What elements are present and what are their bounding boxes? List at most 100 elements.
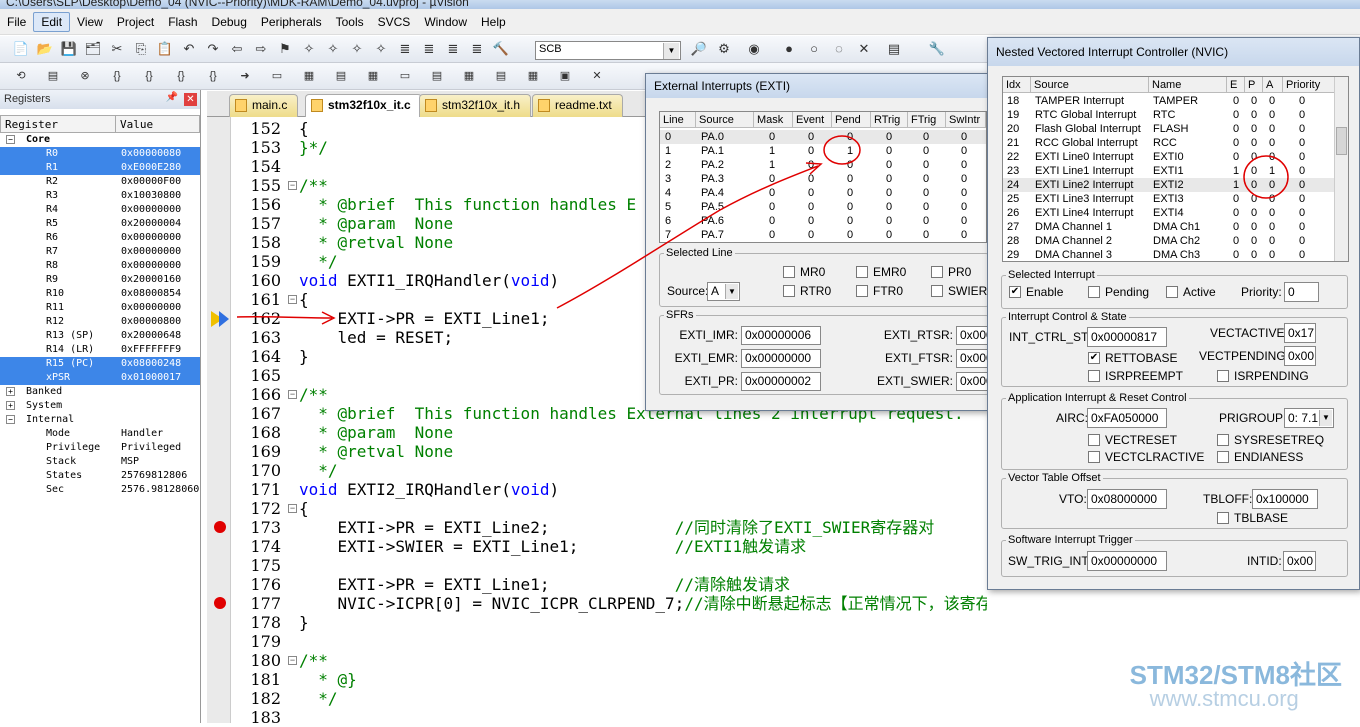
menu-edit[interactable]: Edit bbox=[33, 11, 71, 32]
tab-main-c[interactable]: main.c bbox=[229, 94, 299, 117]
expand-toggle-icon[interactable]: + bbox=[6, 387, 15, 396]
menu-peripherals[interactable]: Peripherals bbox=[254, 13, 329, 31]
breakpoint-icon[interactable] bbox=[214, 521, 226, 533]
vectclractive-checkbox[interactable] bbox=[1088, 451, 1100, 463]
register-group-internal[interactable]: − Internal bbox=[0, 413, 200, 427]
vto-field[interactable]: 0x08000000 bbox=[1087, 489, 1167, 509]
expand-toggle-icon[interactable]: − bbox=[6, 415, 15, 424]
exti-reg-field[interactable]: 0x00000006 bbox=[741, 326, 821, 345]
toolbar-icon[interactable]: ✧ bbox=[300, 40, 318, 58]
nvic-row[interactable]: 24 EXTI Line2 Interrupt EXTI2 1 0 0 0 bbox=[1003, 178, 1336, 192]
menu-view[interactable]: View bbox=[70, 13, 110, 31]
toolbar-icon[interactable]: ≣ bbox=[396, 40, 414, 58]
toolbar-icon[interactable]: 💾 bbox=[60, 40, 78, 58]
exti-row[interactable]: 0 PA.0 0 0 0 0 0 0 bbox=[660, 130, 986, 144]
register-row[interactable]: R2 0x00000F00 bbox=[0, 175, 200, 189]
toolbar-icon[interactable]: ▭ bbox=[268, 67, 286, 85]
mr0-checkbox[interactable] bbox=[783, 266, 795, 278]
toolbar-icon[interactable]: ✕ bbox=[588, 67, 606, 85]
toolbar-icon[interactable]: ≣ bbox=[420, 40, 438, 58]
fold-toggle-icon[interactable]: − bbox=[288, 656, 297, 665]
register-row[interactable]: R3 0x10030800 bbox=[0, 189, 200, 203]
swtrig-field[interactable]: 0x00000000 bbox=[1087, 551, 1167, 571]
exti-row[interactable]: 5 PA.5 0 0 0 0 0 0 bbox=[660, 200, 986, 214]
toolbar-icon[interactable]: 🗂 bbox=[84, 40, 102, 58]
exti-grid[interactable]: Line Source Mask Event Pend RTrig FTrig SwIntr 0… bbox=[659, 111, 987, 243]
intid-field[interactable]: 0x00 bbox=[1283, 551, 1316, 571]
toolbar-icon[interactable]: ▤ bbox=[492, 67, 510, 85]
toolbar-icon[interactable]: ⎘ bbox=[132, 40, 150, 58]
toolbar-icon[interactable]: ▦ bbox=[300, 67, 318, 85]
toolbar-icon[interactable]: ✂ bbox=[108, 40, 126, 58]
nvic-row[interactable]: 21 RCC Global Interrupt RCC 0 0 0 0 bbox=[1003, 136, 1336, 150]
menu-flash[interactable]: Flash bbox=[161, 13, 204, 31]
toolbar-icon[interactable]: ⇦ bbox=[228, 40, 246, 58]
toolbar-icon[interactable]: ✕ bbox=[855, 40, 873, 58]
airc-field[interactable]: 0xFA050000 bbox=[1087, 408, 1167, 428]
prigroup-select[interactable]: 0: 7.1 ▼ bbox=[1284, 408, 1334, 428]
toolbar-icon[interactable]: ● bbox=[780, 40, 798, 58]
toolbar-icon[interactable]: ◌ bbox=[830, 40, 848, 58]
toolbar-icon[interactable]: ≣ bbox=[444, 40, 462, 58]
register-group-system[interactable]: + System bbox=[0, 399, 200, 413]
register-row[interactable]: R15 (PC) 0x08000248 bbox=[0, 357, 200, 371]
internal-row[interactable]: Sec 2576.98128060 bbox=[0, 483, 200, 497]
vectreset-checkbox[interactable] bbox=[1088, 434, 1100, 446]
active-checkbox[interactable] bbox=[1166, 286, 1178, 298]
toolbar-icon[interactable]: 🔨 bbox=[492, 40, 510, 58]
register-row[interactable]: R6 0x00000000 bbox=[0, 231, 200, 245]
ftr0-checkbox[interactable] bbox=[856, 285, 868, 297]
register-row[interactable]: R7 0x00000000 bbox=[0, 245, 200, 259]
toolbar-icon[interactable]: ○ bbox=[805, 40, 823, 58]
nvic-grid[interactable]: Idx Source Name E P A Priority 18 TAMPER Interru… bbox=[1002, 76, 1349, 262]
register-row[interactable]: R4 0x00000000 bbox=[0, 203, 200, 217]
register-group-banked[interactable]: + Banked bbox=[0, 385, 200, 399]
exti-row[interactable]: 3 PA.3 0 0 0 0 0 0 bbox=[660, 172, 986, 186]
exti-row[interactable]: 1 PA.1 1 0 1 0 0 0 bbox=[660, 144, 986, 158]
int-ctrl-st-field[interactable]: 0x00000817 bbox=[1087, 327, 1167, 347]
register-group-core[interactable]: − Core bbox=[0, 133, 200, 147]
endianess-checkbox[interactable] bbox=[1217, 451, 1229, 463]
exti-row[interactable]: 2 PA.2 1 0 0 0 0 0 bbox=[660, 158, 986, 172]
toolbar-icon[interactable]: ⟲ bbox=[12, 67, 30, 85]
nvic-row[interactable]: 29 DMA Channel 3 DMA Ch3 0 0 0 0 bbox=[1003, 248, 1336, 261]
vectpending-field[interactable]: 0x00 bbox=[1284, 346, 1316, 366]
register-row[interactable]: R11 0x00000000 bbox=[0, 301, 200, 315]
toolbar-icon[interactable]: ▤ bbox=[332, 67, 350, 85]
nvic-row[interactable]: 27 DMA Channel 1 DMA Ch1 0 0 0 0 bbox=[1003, 220, 1336, 234]
nvic-row[interactable]: 28 DMA Channel 2 DMA Ch2 0 0 0 0 bbox=[1003, 234, 1336, 248]
menu-file[interactable]: File bbox=[0, 13, 33, 31]
nvic-row[interactable]: 22 EXTI Line0 Interrupt EXTI0 0 0 0 0 bbox=[1003, 150, 1336, 164]
close-icon[interactable]: ✕ bbox=[184, 93, 197, 106]
breakpoint-icon[interactable] bbox=[214, 597, 226, 609]
toolbar-icon[interactable]: ▤ bbox=[44, 67, 62, 85]
register-row[interactable]: R14 (LR) 0xFFFFFFF9 bbox=[0, 343, 200, 357]
tblbase-checkbox[interactable] bbox=[1217, 512, 1229, 524]
exti-row[interactable]: 4 PA.4 0 0 0 0 0 0 bbox=[660, 186, 986, 200]
nvic-row[interactable]: 25 EXTI Line3 Interrupt EXTI3 0 0 0 0 bbox=[1003, 192, 1336, 206]
toolbar-icon[interactable]: ➜ bbox=[236, 67, 254, 85]
target-combo[interactable]: SCB ▼ bbox=[535, 41, 681, 60]
toolbar-icon[interactable]: 🔧 bbox=[928, 40, 946, 58]
toolbar-icon[interactable]: ✧ bbox=[372, 40, 390, 58]
internal-row[interactable]: States 25769812806 bbox=[0, 469, 200, 483]
menu-project[interactable]: Project bbox=[110, 13, 161, 31]
toolbar-icon[interactable]: ◉ bbox=[745, 40, 763, 58]
isrpending-checkbox[interactable] bbox=[1217, 370, 1229, 382]
menu-svcs[interactable]: SVCS bbox=[371, 13, 418, 31]
nvic-scrollbar[interactable] bbox=[1334, 77, 1348, 261]
menu-tools[interactable]: Tools bbox=[329, 13, 371, 31]
nvic-row[interactable]: 26 EXTI Line4 Interrupt EXTI4 0 0 0 0 bbox=[1003, 206, 1336, 220]
toolbar-icon[interactable]: ⇨ bbox=[252, 40, 270, 58]
toolbar-icon[interactable]: ▤ bbox=[885, 40, 903, 58]
register-row[interactable]: R1 0xE000E280 bbox=[0, 161, 200, 175]
pr0-checkbox[interactable] bbox=[931, 266, 943, 278]
toolbar-icon[interactable]: 🔎 bbox=[690, 40, 708, 58]
exti-row[interactable]: 7 PA.7 0 0 0 0 0 0 bbox=[660, 228, 986, 242]
toolbar-icon[interactable]: {} bbox=[140, 67, 158, 85]
source-select[interactable]: A ▼ bbox=[707, 282, 740, 301]
toolbar-icon[interactable]: 📋 bbox=[156, 40, 174, 58]
toolbar-icon[interactable]: 📂 bbox=[36, 40, 54, 58]
rtr0-checkbox[interactable] bbox=[783, 285, 795, 297]
exti-reg-field[interactable]: 0x00000002 bbox=[741, 372, 821, 391]
